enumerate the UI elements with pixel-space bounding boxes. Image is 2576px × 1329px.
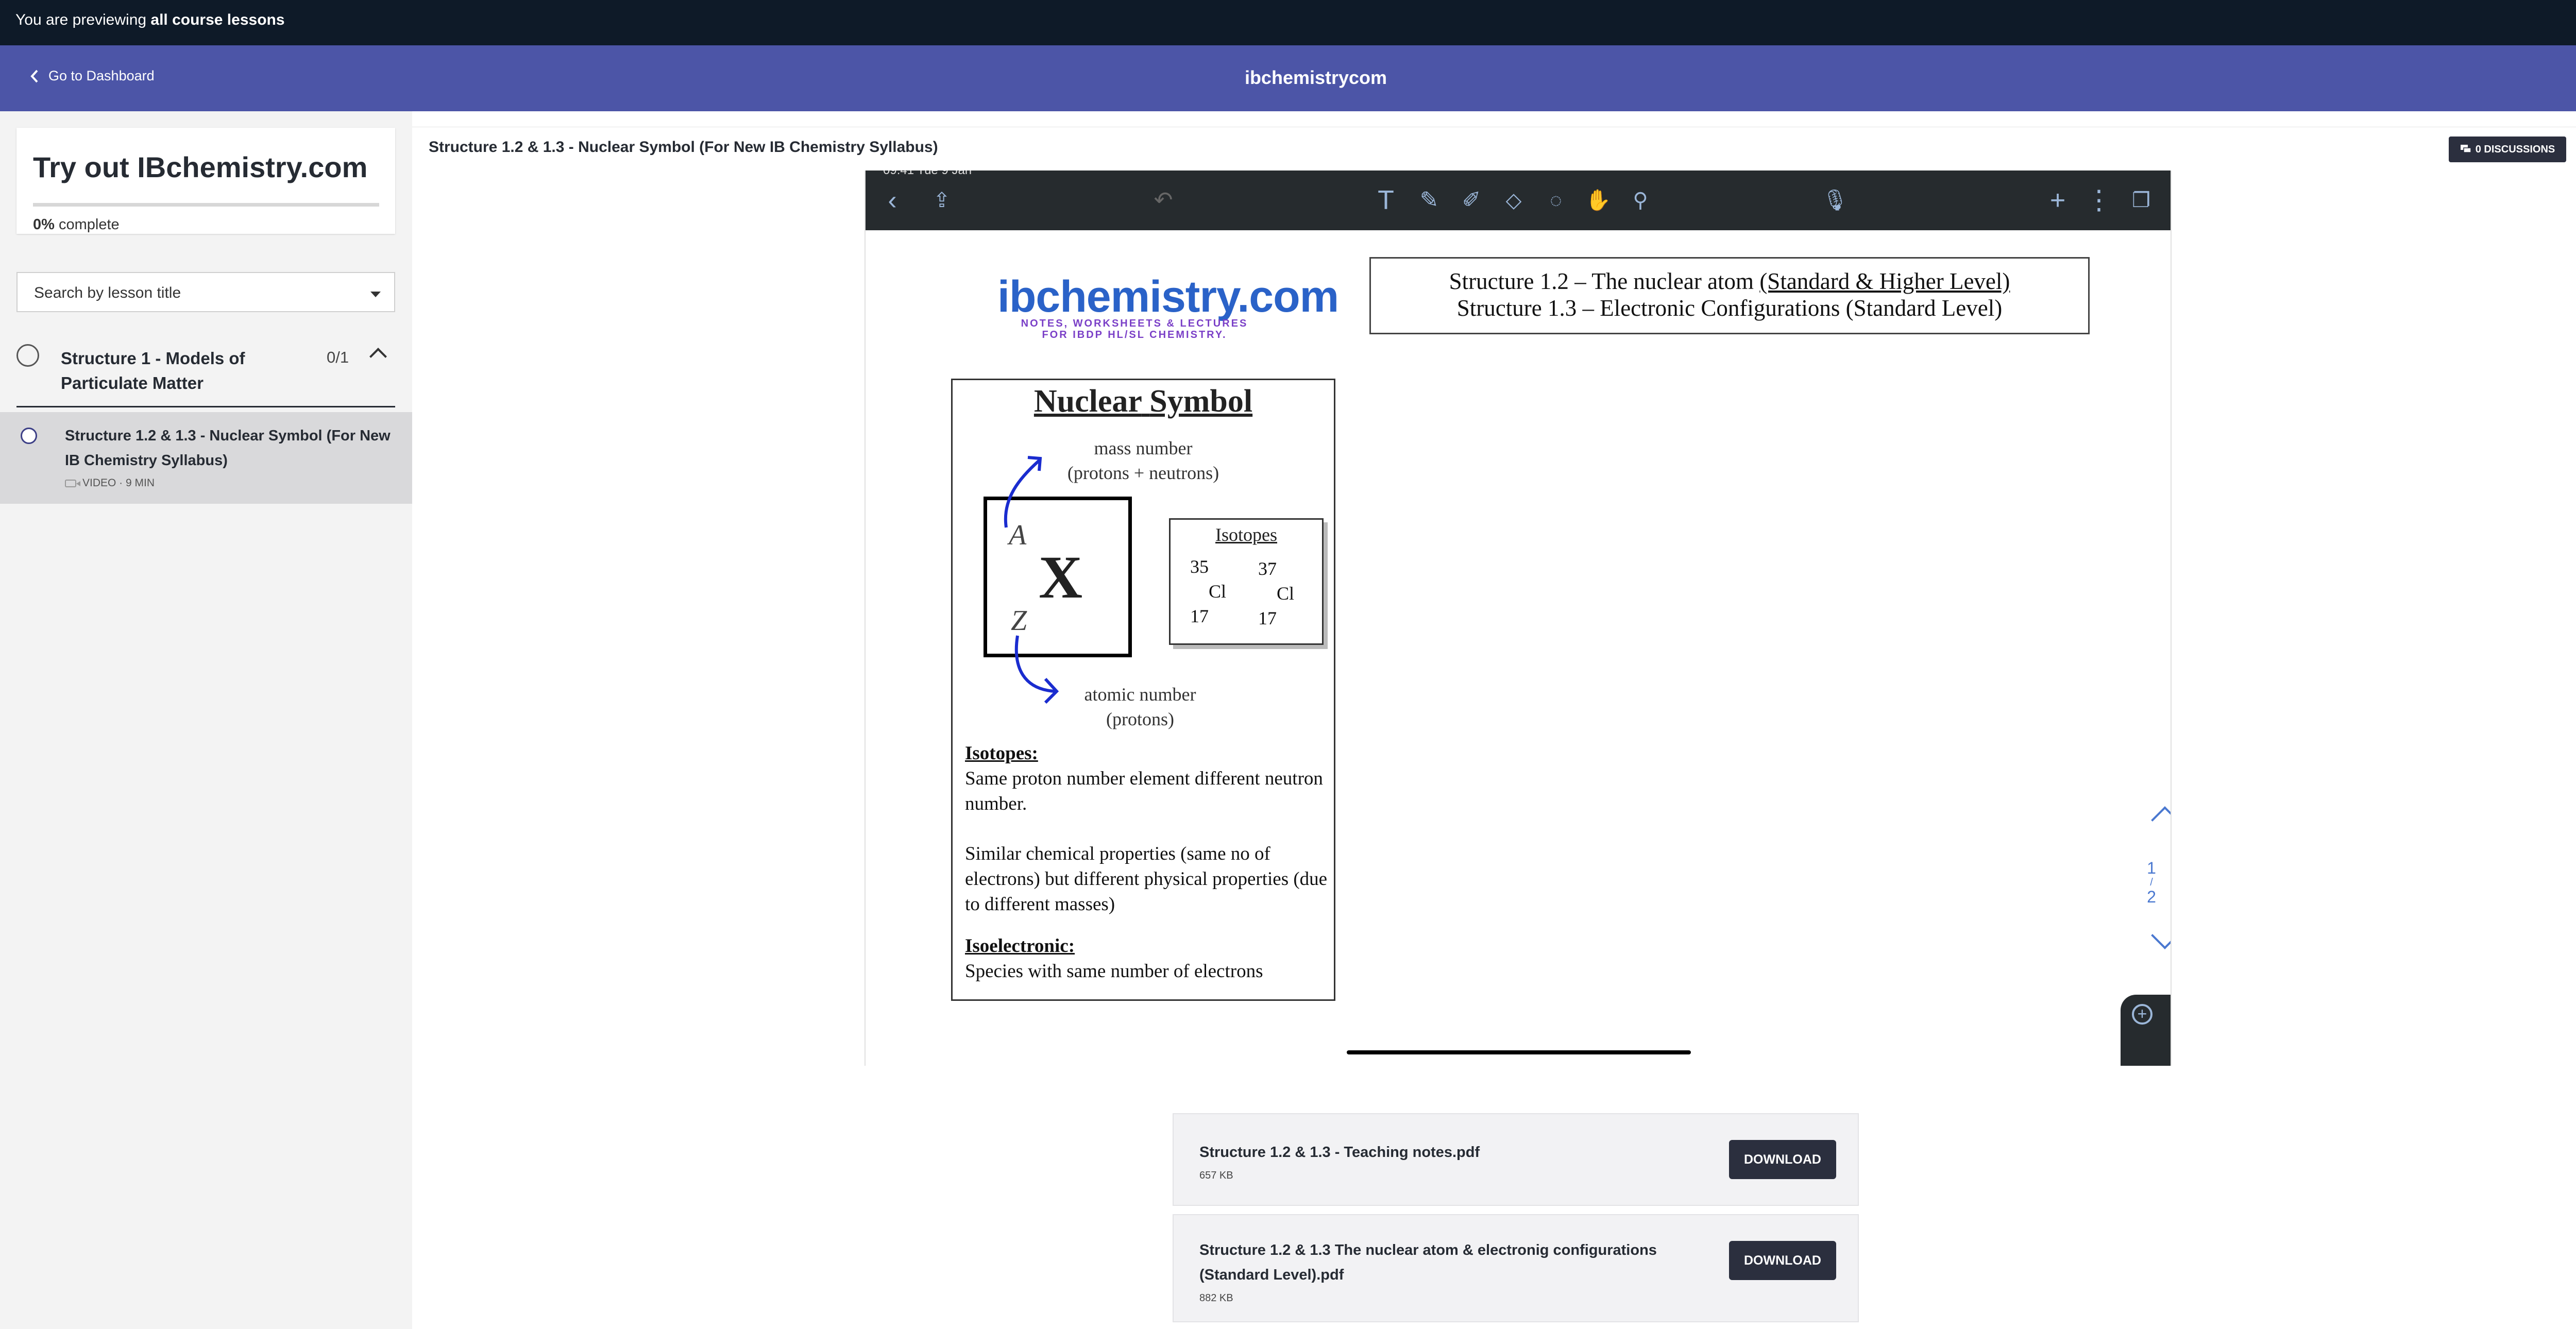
download-file-name: Structure 1.2 & 1.3 - Teaching notes.pdf: [1199, 1144, 1480, 1161]
preview-banner: You are previewing all course lessons: [0, 0, 2576, 45]
more-options-icon: ⋮: [2086, 185, 2112, 215]
page-indicator: 1 / 2: [2136, 859, 2167, 906]
download-item: Structure 1.2 & 1.3 The nuclear atom & e…: [1173, 1214, 1859, 1322]
logo-tagline-line1: NOTES, WORKSHEETS & LECTURES: [1021, 318, 1248, 329]
zoom-in-icon: +: [2132, 1004, 2153, 1025]
download-item: Structure 1.2 & 1.3 - Teaching notes.pdf…: [1173, 1113, 1859, 1206]
page-total: 2: [2147, 888, 2156, 906]
download-button[interactable]: DOWNLOAD: [1729, 1140, 1836, 1179]
laser-pointer-icon: ⚲: [1633, 189, 1648, 212]
isotopes-heading: Isotopes:: [965, 743, 1038, 764]
video-camera-icon: [65, 479, 80, 487]
lesson-meta: VIDEO · 9 MIN: [65, 477, 155, 489]
lesson-search-select[interactable]: Search by lesson title: [16, 272, 395, 312]
pages-icon: ❐: [2132, 189, 2150, 212]
chlorine-37-symbol: Cl: [1277, 583, 1295, 604]
discussions-button[interactable]: 0 DISCUSSIONS: [2449, 137, 2566, 162]
caret-down-icon: [370, 292, 381, 297]
lesson-item-active[interactable]: Structure 1.2 & 1.3 - Nuclear Symbol (Fo…: [0, 412, 412, 504]
isotopes-definition: Same proton number element different neu…: [965, 768, 1323, 814]
isoelectronic-definition: Species with same number of electrons: [965, 961, 1263, 982]
page-down-icon[interactable]: [2151, 922, 2171, 949]
progress-percent: 0%: [33, 216, 55, 233]
section-status-icon: [16, 344, 39, 367]
isotopes-box-title: Isotopes: [1215, 524, 1277, 545]
isotopes-properties: Similar chemical properties (same no of …: [965, 843, 1328, 915]
lesson-meta-text: VIDEO · 9 MIN: [82, 477, 155, 489]
pen-tool-icon: ✎: [1419, 188, 1439, 213]
chlorine-35-atomic: 17: [1190, 606, 1209, 626]
definition-notes: Isotopes: Same proton number element dif…: [965, 741, 1331, 984]
page-up-icon[interactable]: [2151, 806, 2171, 834]
device-status-bar: 09:41 Tue 9 Jan: [883, 171, 972, 178]
lesson-search-placeholder: Search by lesson title: [34, 284, 181, 301]
lasso-tool-icon: ◌: [1550, 189, 1562, 212]
text-tool-icon: T: [1378, 185, 1394, 215]
download-file-size: 657 KB: [1199, 1170, 1233, 1181]
progress-text: 0% complete: [33, 216, 120, 233]
logo-tagline: NOTES, WORKSHEETS & LECTURES FOR IBDP HL/…: [997, 318, 1272, 340]
arrow-to-mass-number: [1004, 459, 1041, 528]
topic-line-1-text: Structure 1.2 – The nuclear atom: [1449, 268, 1760, 294]
home-indicator-bar: [1347, 1050, 1691, 1054]
chat-icon: [2460, 145, 2471, 153]
chlorine-35-mass: 35: [1190, 556, 1209, 577]
microphone-icon: 🎙: [1822, 189, 1849, 212]
chlorine-37-atomic: 17: [1258, 608, 1277, 628]
discussions-label: 0 DISCUSSIONS: [2475, 143, 2555, 155]
annotation-app-toolbar: 09:41 Tue 9 Jan ‹ ⇪ ↶ T ✎ ✐ ◇ ◌ ✋ ⚲ 🎙 + …: [866, 171, 2171, 230]
add-icon: +: [2049, 185, 2066, 215]
course-header: Go to Dashboard ibchemistrycom: [0, 45, 2576, 111]
download-button[interactable]: DOWNLOAD: [1729, 1241, 1836, 1280]
page-separator: /: [2150, 877, 2153, 888]
atomic-number-label: atomic number (protons): [1053, 682, 1228, 731]
progress-bar: [33, 203, 379, 207]
topic-line-1: Structure 1.2 – The nuclear atom (Standa…: [1371, 268, 2088, 295]
download-file-size: 882 KB: [1199, 1292, 1233, 1304]
section-title: Structure 1 - Models of Particulate Matt…: [61, 349, 245, 393]
course-title: Try out IBchemistry.com: [33, 151, 368, 183]
topic-line-2: Structure 1.3 – Electronic Configuration…: [1456, 295, 2003, 321]
undo-icon: ↶: [1154, 188, 1173, 213]
eraser-tool-icon: ◇: [1505, 189, 1522, 212]
lesson-title: Structure 1.2 & 1.3 - Nuclear Symbol (Fo…: [65, 428, 391, 469]
topic-title-box: Structure 1.2 – The nuclear atom (Standa…: [1369, 257, 2090, 334]
hand-tool-icon: ✋: [1585, 189, 1611, 212]
atomic-number-line1: atomic number: [1084, 684, 1196, 705]
topic-line-1-level: (Standard & Higher Level): [1759, 268, 2010, 294]
course-sidebar: Try out IBchemistry.com 0% complete Sear…: [0, 111, 412, 1329]
back-icon: ‹: [888, 185, 897, 215]
logo-tagline-line2: FOR IBDP HL/SL CHEMISTRY.: [1042, 329, 1227, 340]
chlorine-35-symbol: Cl: [1209, 581, 1227, 602]
isotopes-example-box: Isotopes 35 Cl 17 37 Cl 17: [1169, 518, 1324, 645]
highlighter-tool-icon: ✐: [1462, 188, 1481, 213]
preview-emphasis: all course lessons: [150, 11, 285, 28]
nuclear-symbol-card: Nuclear Symbol mass number (protons + neu…: [951, 379, 1335, 1001]
preview-text: You are previewing: [15, 11, 147, 28]
course-card: Try out IBchemistry.com 0% complete: [16, 128, 395, 234]
share-icon: ⇪: [933, 189, 951, 212]
chevron-up-icon[interactable]: [369, 348, 387, 365]
lesson-status-icon: [21, 428, 37, 444]
ibchemistry-logo: ibchemistry.com: [997, 272, 1339, 321]
atomic-number-line2: (protons): [1106, 709, 1174, 729]
zoom-tab[interactable]: +: [2121, 995, 2171, 1066]
section-progress-count: 0/1: [327, 348, 349, 366]
isoelectronic-heading: Isoelectronic:: [965, 935, 1075, 957]
video-player[interactable]: 09:41 Tue 9 Jan ‹ ⇪ ↶ T ✎ ✐ ◇ ◌ ✋ ⚲ 🎙 + …: [865, 171, 2172, 1066]
page-current: 1: [2147, 859, 2156, 877]
section-header[interactable]: Structure 1 - Models of Particulate Matt…: [16, 334, 395, 407]
chlorine-37-mass: 37: [1258, 558, 1277, 579]
lesson-heading: Structure 1.2 & 1.3 - Nuclear Symbol (Fo…: [429, 139, 938, 156]
site-title: ibchemistrycom: [1244, 67, 1387, 88]
download-file-name: Structure 1.2 & 1.3 The nuclear atom & e…: [1199, 1242, 1657, 1283]
progress-suffix: complete: [58, 216, 120, 233]
lesson-content: Structure 1.2 & 1.3 - Nuclear Symbol (Fo…: [412, 127, 2576, 1322]
